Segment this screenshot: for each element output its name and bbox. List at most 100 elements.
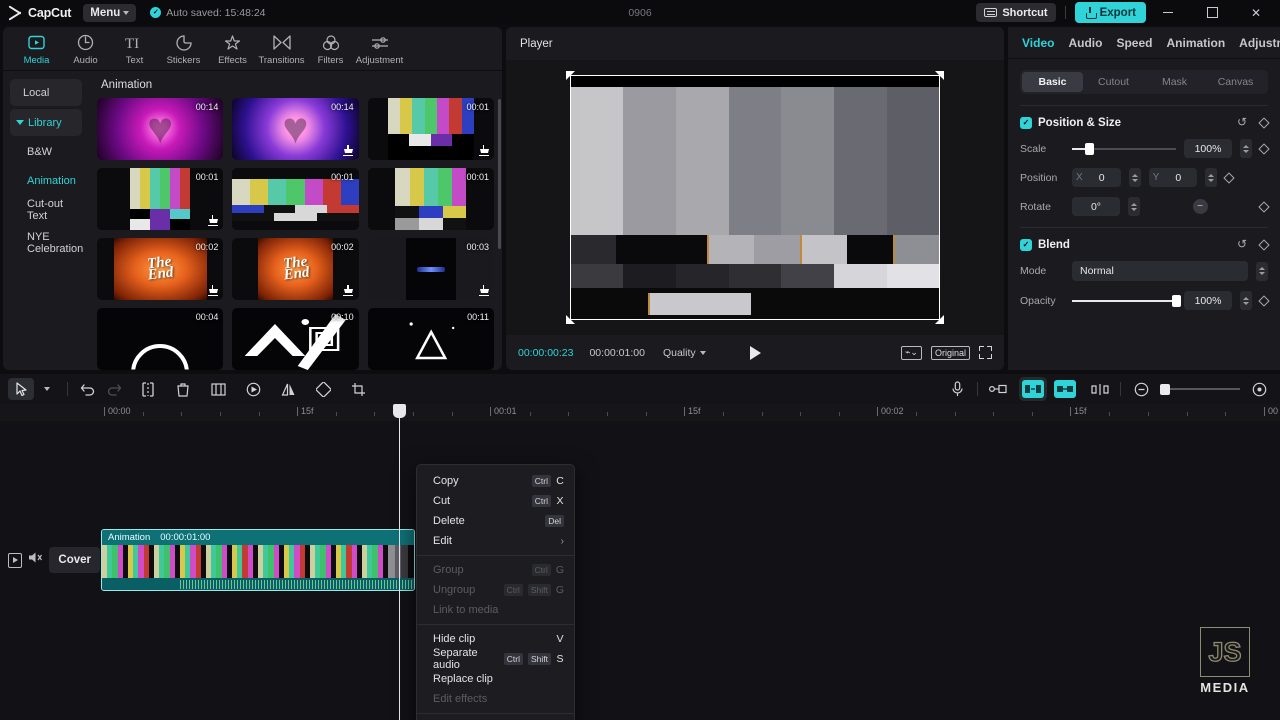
tab-text[interactable]: TI Text [111,32,158,66]
track-mute-icon[interactable] [28,551,43,569]
segment-cutout[interactable]: Cutout [1083,72,1144,92]
segment-mask[interactable]: Mask [1144,72,1205,92]
menu-item-separate-audio[interactable]: Separate audio Ctrl Shift S [417,647,574,671]
blend-checkbox[interactable]: ✓ [1020,238,1032,251]
download-icon[interactable] [478,285,489,296]
redo-icon[interactable] [101,378,127,400]
tab-adjustment[interactable]: Adjustment [356,32,403,66]
cover-button[interactable]: Cover [49,547,100,573]
zoom-in-icon[interactable] [1246,378,1272,400]
keyframe-diamond-icon[interactable] [1258,200,1270,213]
media-item[interactable]: 00:11 [367,308,494,370]
media-item[interactable]: 00:14 [232,98,359,160]
keyframe-diamond-icon[interactable] [1223,171,1236,184]
undo-icon[interactable] [75,378,101,400]
sidebar-item-bw[interactable]: B&W [10,139,82,165]
menu-item-edit[interactable]: Edit › [417,531,574,551]
zoom-out-icon[interactable] [1128,378,1154,400]
select-icon[interactable] [8,378,34,400]
keyframe-icon[interactable] [985,378,1011,400]
download-icon[interactable] [343,145,354,156]
segment-basic[interactable]: Basic [1022,72,1083,92]
tab-stickers[interactable]: Stickers [160,32,207,66]
media-item[interactable]: 00:01 [367,98,494,160]
reset-icon[interactable]: ↺ [1237,238,1250,251]
microphone-icon[interactable] [944,378,970,400]
download-icon[interactable] [343,285,354,296]
sidebar-item-nye-celebration[interactable]: NYE Celebration [10,226,83,260]
opacity-stepper[interactable] [1240,291,1252,310]
media-item[interactable]: The End 00:02 [97,238,224,300]
aspect-ratio-button[interactable]: Original [930,345,970,360]
maximize-button[interactable] [1190,0,1234,25]
split-icon[interactable] [135,378,161,400]
auto-adsorption-icon[interactable] [1019,377,1047,401]
export-button[interactable]: Export [1074,2,1146,23]
download-icon[interactable] [207,215,218,226]
scale-value[interactable]: 100% [1184,139,1232,158]
mirror-icon[interactable] [275,378,301,400]
media-item[interactable]: 00:03 [367,238,494,300]
quality-dropdown[interactable]: Quality [663,347,706,359]
media-item[interactable]: The End 00:02 [232,238,359,300]
menu-item-hide-clip[interactable]: Hide clip V [417,629,574,649]
position-x-stepper[interactable] [1128,168,1141,187]
tab-filters[interactable]: Filters [307,32,354,66]
blend-mode-select[interactable]: Normal [1072,261,1248,281]
sidebar-item-animation[interactable]: Animation [10,168,82,194]
sidebar-item-cutout-text[interactable]: Cut-out Text [10,197,82,223]
tab-audio[interactable]: Audio [62,32,109,66]
playhead-grip[interactable] [393,404,406,418]
menu-item-delete[interactable]: Delete Del [417,511,574,531]
scale-slider[interactable] [1072,142,1176,156]
close-button[interactable]: ✕ [1234,0,1278,25]
sidebar-item-local[interactable]: Local [10,79,82,106]
tab-speed[interactable]: Speed [1116,36,1152,50]
keyframe-diamond-icon[interactable] [1258,116,1270,129]
rotate-dial-icon[interactable]: − [1192,199,1208,214]
position-y-stepper[interactable] [1205,168,1218,187]
tab-transitions[interactable]: Transitions [258,32,305,66]
media-item[interactable]: 00:01 [367,168,494,230]
menu-item-copy[interactable]: Copy Ctrl C [417,471,574,491]
position-x-field[interactable]: X 0 [1072,168,1121,187]
tab-media[interactable]: Media [13,32,60,66]
keyframe-diamond-icon[interactable] [1258,238,1270,251]
zoom-slider[interactable] [1160,383,1240,395]
menu-button[interactable]: Menu [83,3,137,22]
minimize-button[interactable] [1146,0,1190,25]
download-icon[interactable] [207,285,218,296]
menu-item-cut[interactable]: Cut Ctrl X [417,491,574,511]
blend-mode-stepper[interactable] [1256,261,1268,281]
media-item[interactable]: 00:01 [232,168,359,230]
player-stage[interactable] [506,60,1004,335]
rotate-value[interactable]: 0° [1072,197,1120,216]
sidebar-item-library[interactable]: Library [10,109,82,136]
link-clips-icon[interactable] [1051,377,1079,401]
play-button[interactable] [749,345,761,360]
media-item[interactable]: 00:04 [97,308,224,370]
menu-item-replace-clip[interactable]: Replace clip [417,669,574,689]
waveform-toggle-icon[interactable]: ⌁⌄ [901,345,922,360]
freeze-icon[interactable] [205,378,231,400]
keyframe-diamond-icon[interactable] [1258,142,1270,155]
position-y-field[interactable]: Y 0 [1148,168,1198,187]
reset-icon[interactable]: ↺ [1237,116,1250,129]
media-scrollbar[interactable] [498,99,501,249]
crop-icon[interactable] [345,378,371,400]
timeline-ruler[interactable]: 00:00 15f 00:01 15f 00:02 15f 00 [0,404,1280,421]
playhead[interactable] [393,404,406,720]
track-video-icon[interactable] [8,552,23,568]
rotate-stepper[interactable] [1128,197,1140,216]
preview-axis-icon[interactable] [1087,378,1113,400]
keyframe-diamond-icon[interactable] [1258,294,1270,307]
tab-adjustment[interactable]: Adjustm [1239,36,1280,50]
speed-icon[interactable] [240,378,266,400]
media-item[interactable]: 00:01 [97,168,224,230]
scale-stepper[interactable] [1240,139,1252,158]
download-icon[interactable] [478,145,489,156]
media-item[interactable]: 00:14 [97,98,224,160]
select-dropdown-icon[interactable] [34,378,60,400]
delete-icon[interactable] [170,378,196,400]
media-item[interactable]: 00:10 [232,308,359,370]
